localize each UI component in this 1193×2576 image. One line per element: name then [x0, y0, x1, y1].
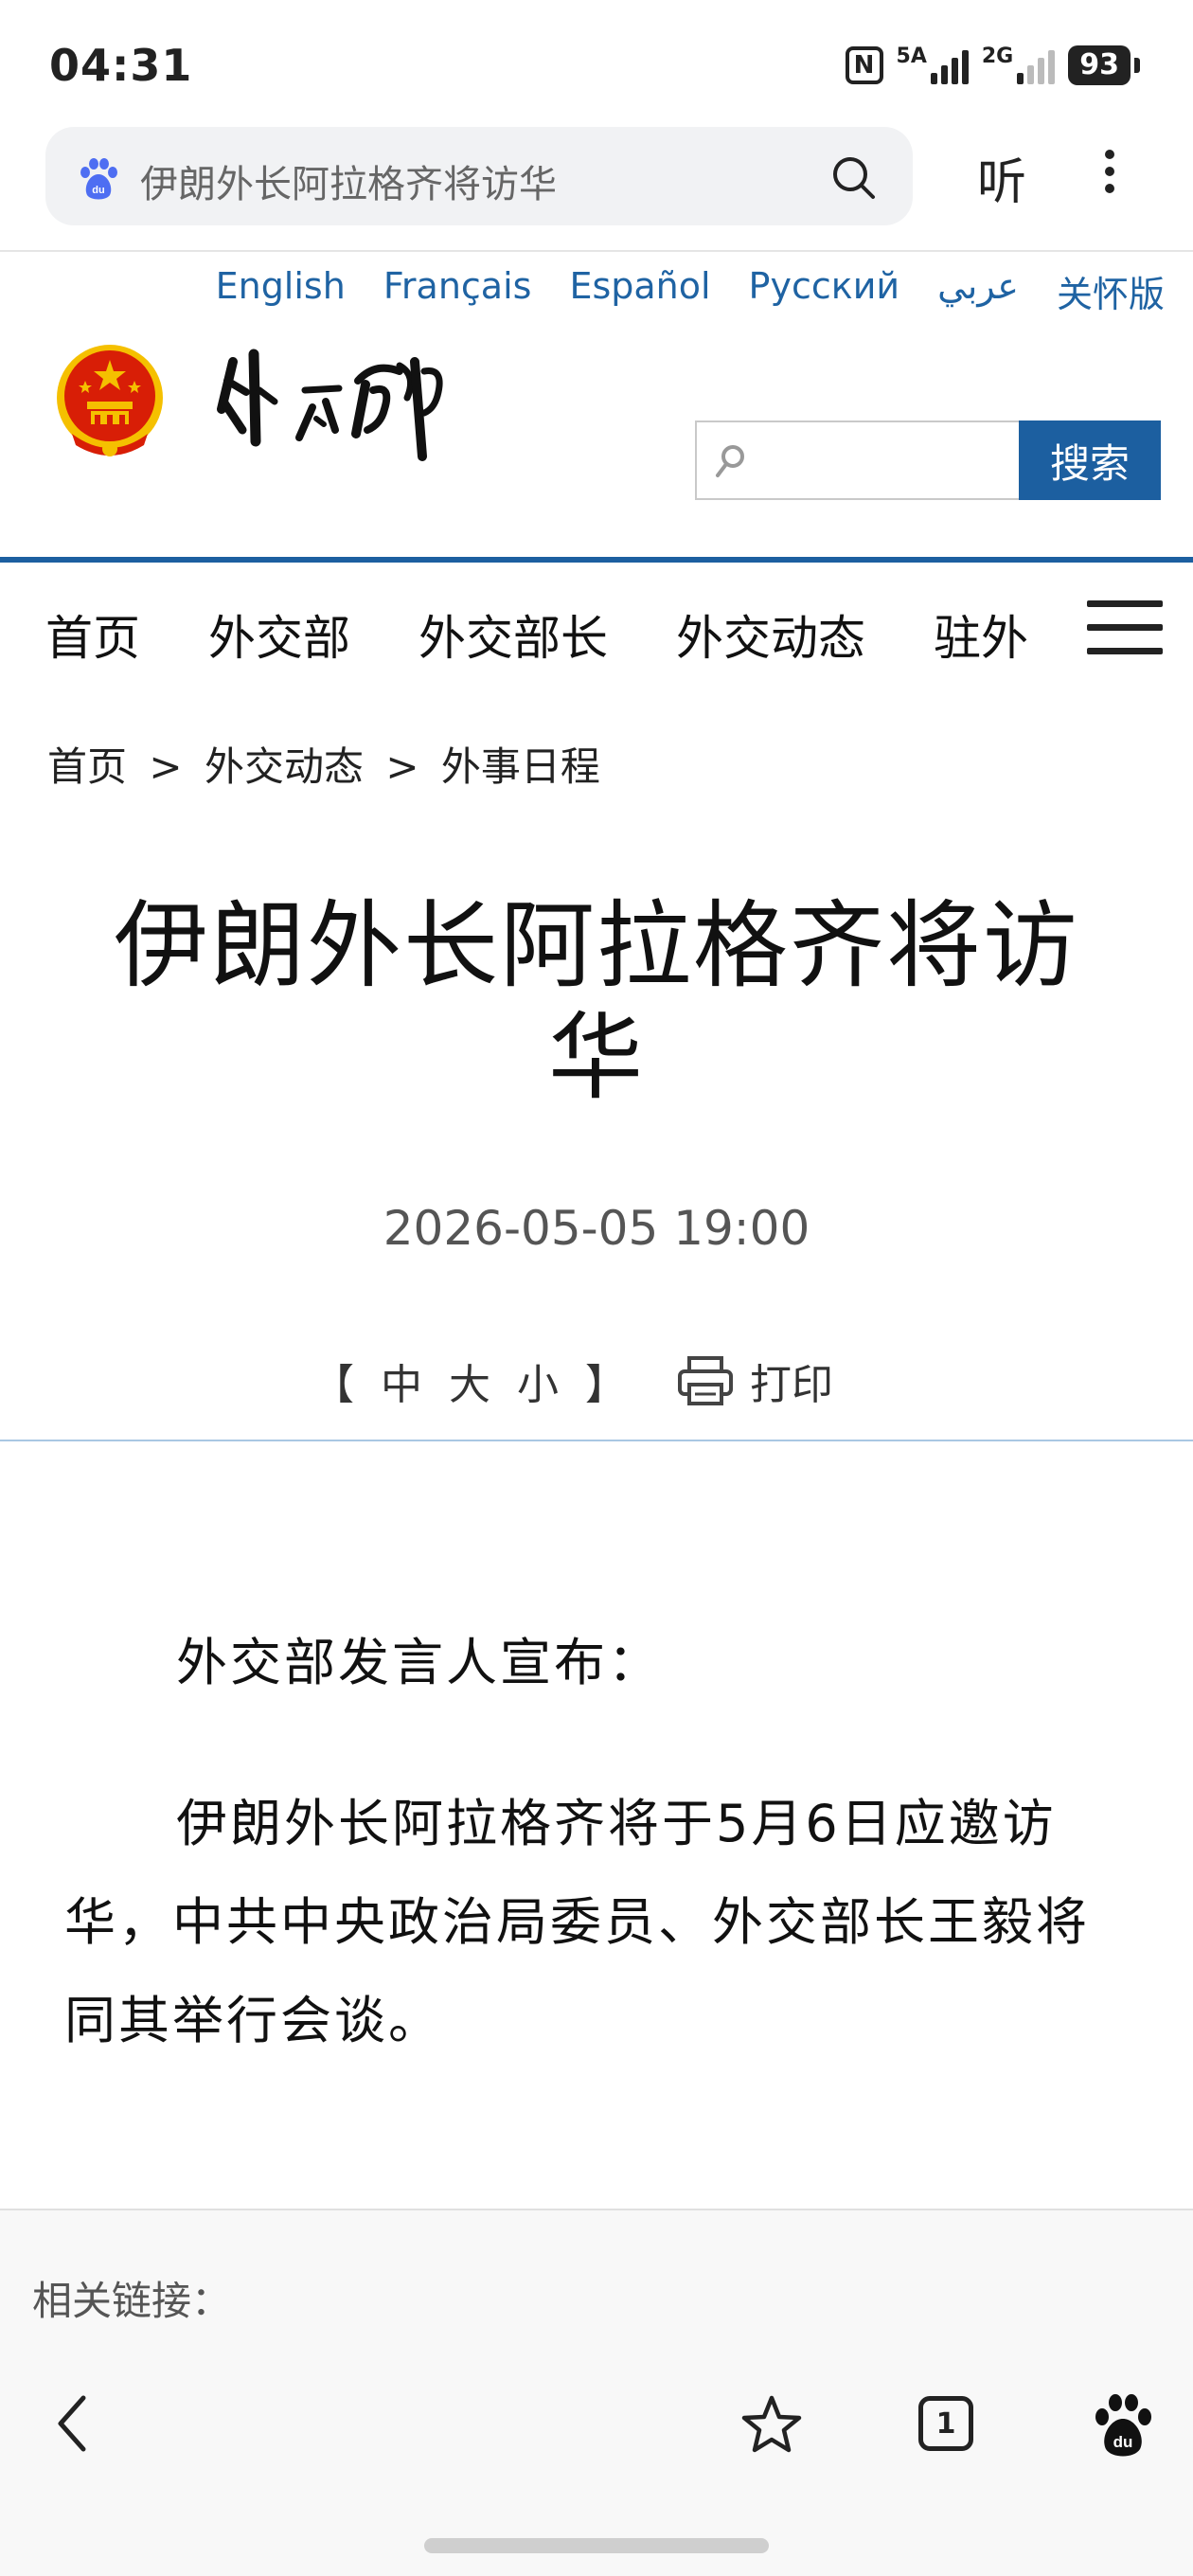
browser-divider [0, 250, 1193, 252]
bracket-open: 【 [312, 1361, 354, 1409]
main-nav: 首页 外交部 外交部长 外交动态 驻外 [0, 563, 1193, 703]
back-arrow-icon[interactable] [49, 2390, 97, 2457]
signal-strength-weak-icon [1017, 46, 1056, 84]
article-paragraph: 伊朗外长阿拉格齐将于5月6日应邀访华，中共中央政治局委员、外交部长王毅将同其举行… [64, 1794, 1090, 2050]
network-2g: 2G [981, 45, 1056, 84]
network-5a-label: 5A [896, 45, 927, 68]
status-time: 04:31 [49, 40, 193, 91]
print-button[interactable]: 打印 [750, 1351, 833, 1411]
network-5a: 5A [897, 46, 969, 84]
bookmark-star-icon[interactable] [739, 2392, 805, 2459]
font-size-control: 【 中 大 小 】 [312, 1351, 627, 1411]
nfc-icon: N [845, 46, 883, 84]
nav-item-home[interactable]: 首页 [45, 600, 140, 667]
lang-link-spanish[interactable]: Español [569, 265, 710, 317]
related-links-section [0, 2210, 1193, 2576]
breadcrumb-separator: > [149, 743, 183, 790]
svg-text:du: du [1113, 2433, 1133, 2451]
svg-text:du: du [92, 185, 104, 196]
ministry-calligraphy-logo[interactable] [214, 343, 498, 485]
signal-strength-icon [930, 46, 969, 84]
browser-address-bar[interactable]: du 伊朗外长阿拉格齐将访华 [45, 127, 913, 225]
article-paragraph: 外交部发言人宣布： [176, 1633, 662, 1692]
listen-button[interactable]: 听 [977, 142, 1026, 213]
more-options-icon[interactable] [1098, 142, 1121, 208]
lang-link-arabic[interactable]: عربي [937, 265, 1019, 317]
tabs-count-button[interactable]: 1 [918, 2396, 973, 2451]
page: 04:31 N 5A 2G 93 du 伊朗外长阿拉格齐将访华 听 Englis… [0, 0, 1193, 2576]
status-bar: 04:31 N 5A 2G 93 [0, 0, 1193, 123]
site-search-input[interactable] [763, 430, 1013, 492]
network-2g-label: 2G [981, 45, 1014, 68]
nav-items: 首页 外交部 外交部长 外交动态 驻外 [45, 600, 1068, 667]
menu-icon[interactable] [1087, 600, 1163, 663]
national-emblem-logo[interactable] [53, 339, 167, 462]
article-date: 2026-05-05 19:00 [383, 1201, 810, 1256]
lang-link-english[interactable]: English [216, 265, 346, 317]
nav-item-missions[interactable]: 驻外 [934, 600, 1028, 667]
status-icons: N 5A 2G 93 [845, 45, 1140, 85]
bracket-close: 】 [585, 1361, 627, 1409]
lang-link-french[interactable]: Français [383, 265, 532, 317]
nav-item-diplomatic-news[interactable]: 外交动态 [676, 600, 865, 667]
breadcrumb-separator: > [385, 743, 419, 790]
related-links-label: 相关链接： [32, 2278, 232, 2324]
home-indicator[interactable] [424, 2538, 769, 2553]
font-size-large-button[interactable]: 大 [449, 1351, 490, 1411]
font-size-medium-button[interactable]: 中 [381, 1351, 422, 1411]
site-search-box: 搜索 [695, 420, 1161, 500]
language-links: English Français Español Русский عربي 关怀… [216, 265, 1165, 317]
baidu-paw-icon[interactable]: du [1089, 2390, 1157, 2459]
breadcrumb: 首页 > 外交动态 > 外事日程 [47, 735, 600, 793]
lang-link-care-version[interactable]: 关怀版 [1057, 265, 1165, 317]
breadcrumb-home[interactable]: 首页 [47, 743, 127, 790]
search-icon [716, 445, 744, 477]
printer-icon[interactable] [676, 1354, 735, 1407]
tools-divider [0, 1440, 1193, 1441]
baidu-paw-icon: du [80, 158, 117, 200]
article-title: 伊朗外长阿拉格齐将访华 [114, 890, 1079, 1113]
lang-link-russian[interactable]: Русский [749, 265, 900, 317]
site-search-button[interactable]: 搜索 [1019, 420, 1161, 500]
search-icon[interactable] [828, 152, 879, 203]
battery-tip [1134, 58, 1140, 73]
font-size-small-button[interactable]: 小 [517, 1351, 559, 1411]
battery-level: 93 [1068, 45, 1131, 85]
nav-item-minister[interactable]: 外交部长 [418, 600, 608, 667]
browser-query-text: 伊朗外长阿拉格齐将访华 [140, 163, 557, 206]
nav-item-ministry[interactable]: 外交部 [208, 600, 350, 667]
breadcrumb-foreign-affairs-schedule[interactable]: 外事日程 [441, 743, 600, 790]
breadcrumb-diplomatic-news[interactable]: 外交动态 [205, 743, 364, 790]
